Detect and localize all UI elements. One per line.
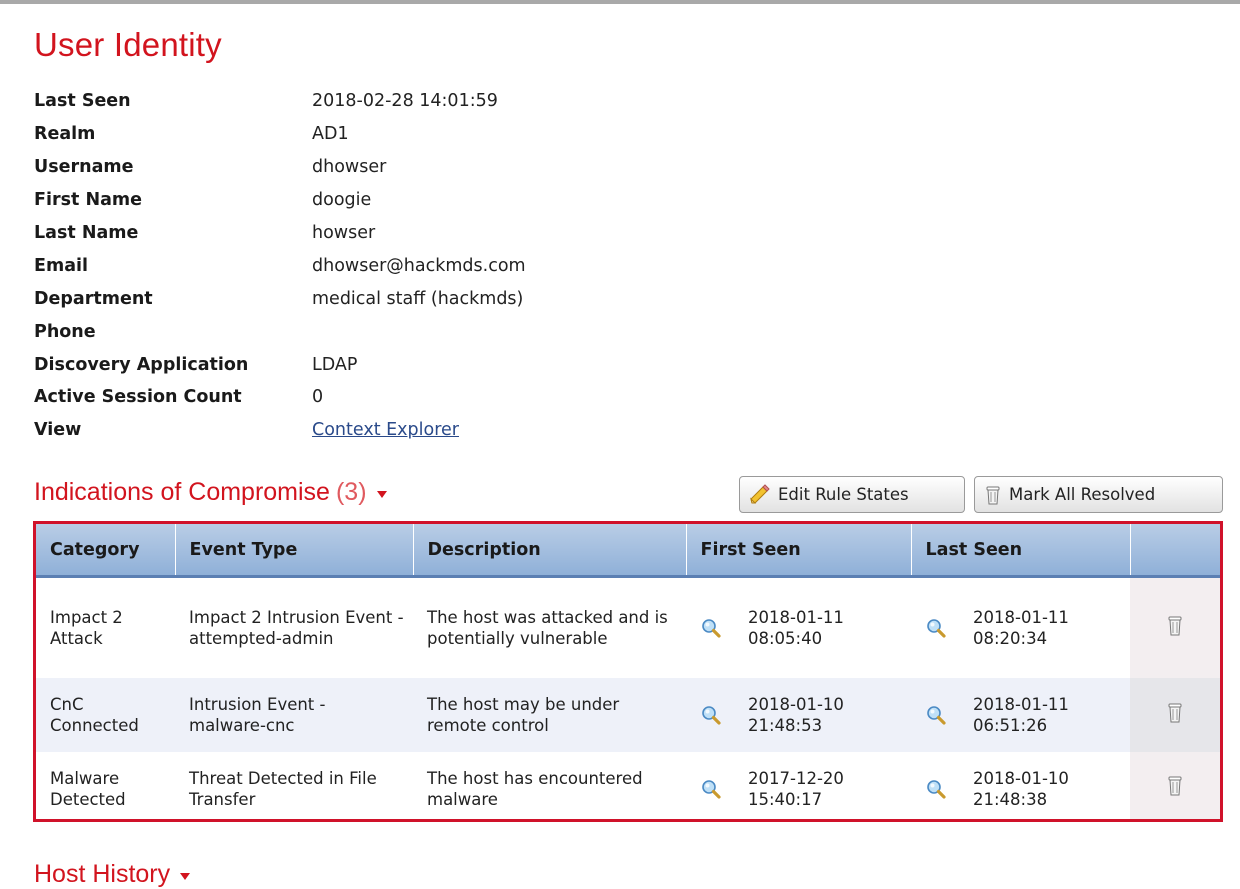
trash-icon <box>983 484 1003 506</box>
column-header-first-seen[interactable]: First Seen <box>686 524 912 578</box>
table-header-row: Category Event Type Description First Se… <box>36 524 1220 578</box>
last-seen-date: 2018-01-10 <box>973 768 1069 788</box>
cell-last-seen: 2018-01-10 21:48:38 <box>911 752 1130 819</box>
field-email: Email dhowser@hackmds.com <box>34 249 526 282</box>
mark-all-resolved-button[interactable]: Mark All Resolved <box>974 476 1223 513</box>
first-seen-time: 08:05:40 <box>748 629 823 648</box>
column-header-description[interactable]: Description <box>413 524 687 578</box>
ioc-count: (3) <box>335 478 367 506</box>
field-label: Discovery Application <box>34 354 249 375</box>
edit-rule-states-button[interactable]: Edit Rule States <box>739 476 965 513</box>
field-phone: Phone <box>34 315 526 348</box>
magnifier-icon[interactable] <box>700 617 722 639</box>
trash-icon[interactable] <box>1166 615 1184 637</box>
edit-rule-states-label: Edit Rule States <box>778 485 909 504</box>
field-label: Phone <box>34 321 96 342</box>
context-explorer-link[interactable]: Context Explorer <box>312 420 459 440</box>
ioc-section-toggle[interactable]: Indications of Compromise (3) <box>34 478 387 507</box>
cell-event-type: Threat Detected in File Transfer <box>175 752 413 819</box>
first-seen-date: 2018-01-10 <box>748 695 844 714</box>
magnifier-icon[interactable] <box>700 704 722 726</box>
column-header-actions <box>1130 524 1220 578</box>
field-view: View Context Explorer <box>34 414 526 447</box>
field-last-seen: Last Seen 2018-02-28 14:01:59 <box>34 85 526 118</box>
cell-first-seen: 2018-01-11 08:05:40 <box>686 576 911 678</box>
last-seen-date: 2018-01-11 <box>973 695 1069 714</box>
field-label: Email <box>34 255 88 276</box>
first-seen-date: 2017-12-20 <box>748 768 844 788</box>
host-history-toggle[interactable]: Host History <box>34 860 191 889</box>
host-history-title: Host History <box>34 860 171 888</box>
field-username: Username dhowser <box>34 151 526 184</box>
field-value: dhowser@hackmds.com <box>312 255 526 276</box>
cell-actions <box>1130 576 1220 678</box>
field-active-session-count: Active Session Count 0 <box>34 381 526 414</box>
field-value: 0 <box>312 387 324 408</box>
field-label: Department <box>34 288 153 309</box>
table-row: Impact 2 Attack Impact 2 Intrusion Event… <box>36 576 1220 678</box>
table-row: CnC Connected Intrusion Event - malware-… <box>36 678 1220 752</box>
field-value: dhowser <box>312 157 387 178</box>
ioc-table-container: Category Event Type Description First Se… <box>33 521 1223 822</box>
last-seen-time: 06:51:26 <box>973 716 1048 735</box>
field-label: Last Name <box>34 223 139 243</box>
field-realm: Realm AD1 <box>34 118 526 151</box>
column-header-last-seen[interactable]: Last Seen <box>911 524 1131 578</box>
cell-description: The host may be under remote control <box>413 678 686 752</box>
caret-down-icon <box>376 491 387 498</box>
field-last-name: Last Name howser <box>34 217 526 250</box>
field-value: AD1 <box>312 124 349 145</box>
cell-description: The host has encountered malware <box>413 752 686 819</box>
column-header-event-type[interactable]: Event Type <box>175 524 414 578</box>
cell-last-seen: 2018-01-11 08:20:34 <box>911 576 1130 678</box>
cell-category: Malware Detected <box>36 752 175 819</box>
field-value: 2018-02-28 14:01:59 <box>312 91 498 112</box>
magnifier-icon[interactable] <box>700 778 722 800</box>
field-value: LDAP <box>312 354 358 375</box>
field-value: howser <box>312 223 376 243</box>
magnifier-icon[interactable] <box>925 617 947 639</box>
pencil-icon <box>748 483 772 506</box>
ioc-table: Category Event Type Description First Se… <box>36 524 1220 819</box>
last-seen-time: 08:20:34 <box>973 629 1048 648</box>
cell-first-seen: 2017-12-20 15:40:17 <box>686 752 911 819</box>
cell-first-seen: 2018-01-10 21:48:53 <box>686 678 911 752</box>
field-discovery-application: Discovery Application LDAP <box>34 348 526 381</box>
user-identity-details: Last Seen 2018-02-28 14:01:59 Realm AD1 … <box>34 85 526 447</box>
field-label: Realm <box>34 124 96 145</box>
mark-all-resolved-label: Mark All Resolved <box>1009 485 1156 504</box>
top-divider <box>0 0 1240 4</box>
caret-down-icon <box>180 873 191 880</box>
cell-category: CnC Connected <box>36 678 175 752</box>
field-label: Username <box>34 157 134 178</box>
last-seen-time: 21:48:38 <box>973 789 1048 809</box>
user-identity-title: User Identity <box>34 26 222 63</box>
field-label: Active Session Count <box>34 387 242 408</box>
field-department: Department medical staff (hackmds) <box>34 282 526 315</box>
first-seen-time: 21:48:53 <box>748 716 823 735</box>
magnifier-icon[interactable] <box>925 778 947 800</box>
field-first-name: First Name doogie <box>34 184 526 217</box>
cell-category: Impact 2 Attack <box>36 576 175 678</box>
cell-last-seen: 2018-01-11 06:51:26 <box>911 678 1130 752</box>
ioc-title: Indications of Compromise <box>34 478 330 506</box>
field-value: medical staff (hackmds) <box>312 288 524 309</box>
field-label: View <box>34 420 82 441</box>
field-value: doogie <box>312 190 372 211</box>
last-seen-date: 2018-01-11 <box>973 608 1069 627</box>
cell-description: The host was attacked and is potentially… <box>413 576 686 678</box>
table-row: Malware Detected Threat Detected in File… <box>36 752 1220 819</box>
trash-icon[interactable] <box>1166 702 1184 724</box>
trash-icon[interactable] <box>1166 775 1184 797</box>
column-header-category[interactable]: Category <box>36 524 176 578</box>
first-seen-time: 15:40:17 <box>748 789 823 809</box>
cell-actions <box>1130 752 1220 819</box>
field-label: Last Seen <box>34 91 131 112</box>
cell-event-type: Intrusion Event - malware-cnc <box>175 678 413 752</box>
field-label: First Name <box>34 190 143 211</box>
cell-actions <box>1130 678 1220 752</box>
magnifier-icon[interactable] <box>925 704 947 726</box>
first-seen-date: 2018-01-11 <box>748 608 844 627</box>
cell-event-type: Impact 2 Intrusion Event - attempted-adm… <box>175 576 413 678</box>
